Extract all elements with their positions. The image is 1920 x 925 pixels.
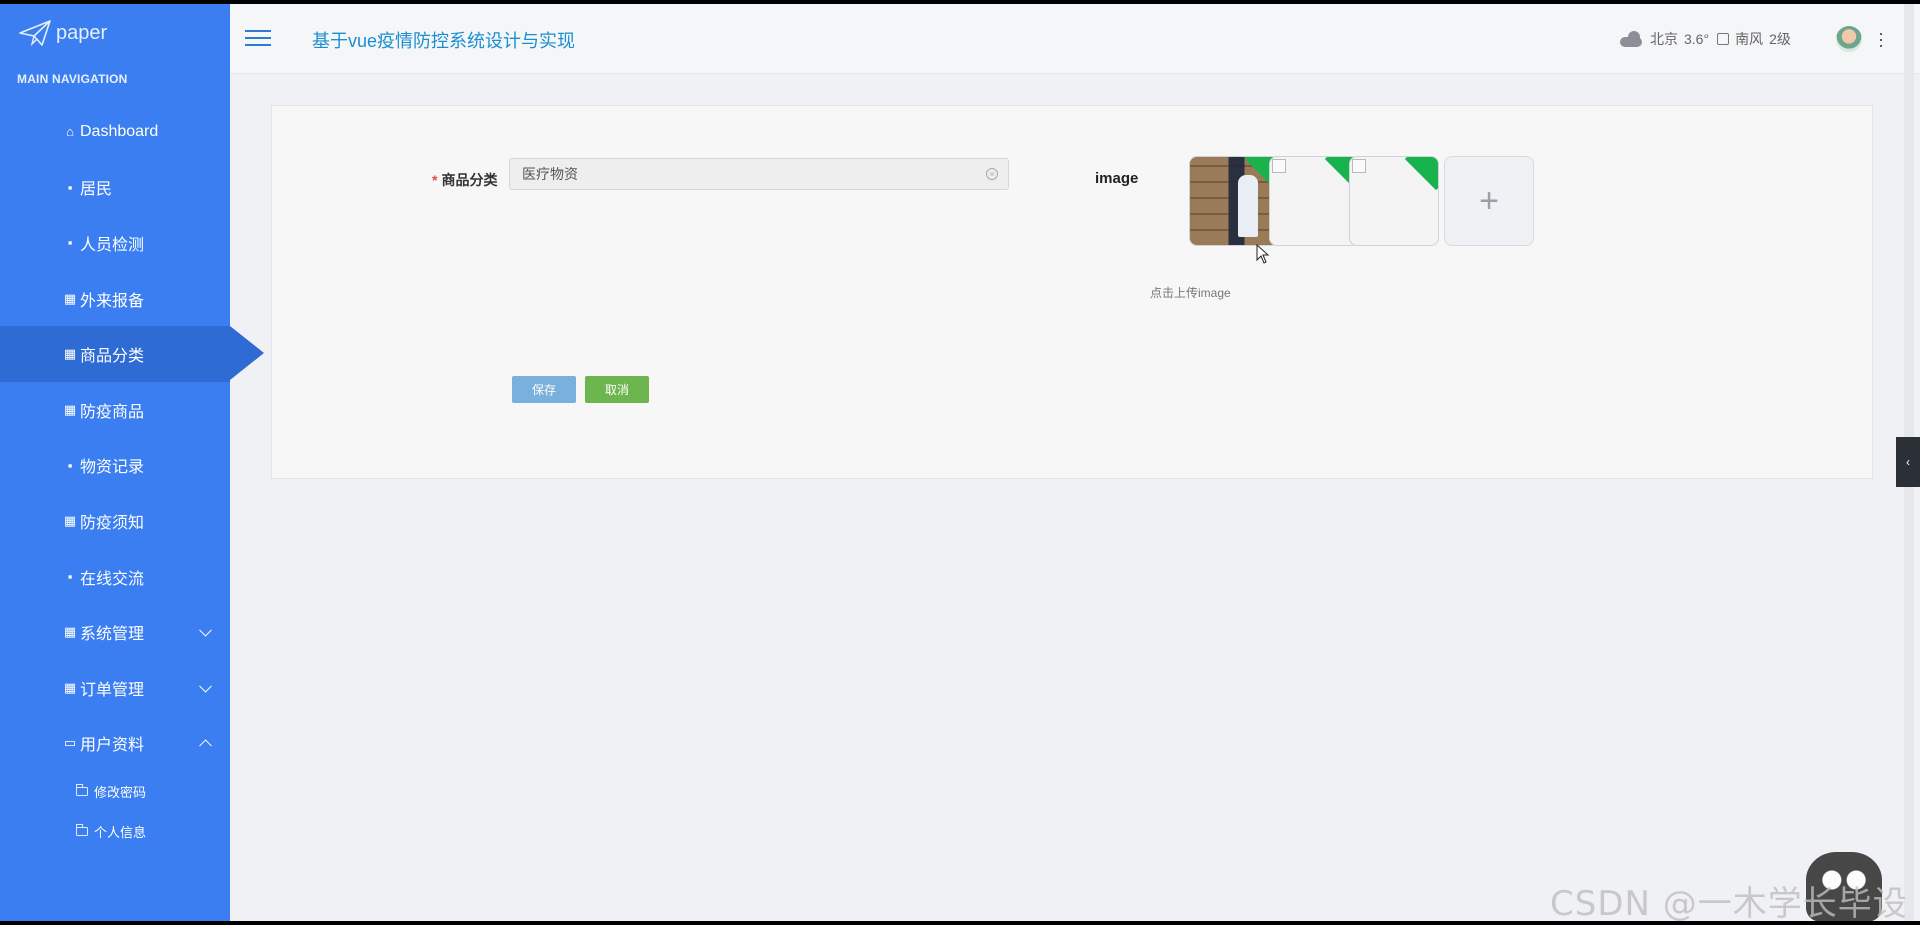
sidebar-item-user-profile[interactable]: ▭ 用户资料 — [0, 716, 230, 772]
grid-icon: ▦ — [63, 346, 77, 362]
thumbs-up-icon: ▪ — [67, 569, 73, 585]
sidebar-item-system-management[interactable]: ▦ 系统管理 — [0, 604, 230, 660]
edit-form-card: *商品分类 × image + 点击上传image 保存 取消 — [271, 105, 1873, 479]
sidebar-item-label: 防疫须知 — [80, 514, 145, 532]
sidebar-item-epidemic-products[interactable]: ▦ 防疫商品 — [0, 382, 230, 438]
sidebar-subitem-label: 个人信息 — [94, 824, 147, 840]
chevron-down-icon — [199, 623, 212, 637]
app-window: paper MAIN NAVIGATION ⌂ Dashboard ▪ 居民 ▪… — [0, 4, 1920, 921]
clear-icon[interactable]: × — [986, 168, 998, 180]
image-field-label: image — [1095, 170, 1139, 187]
cloud-icon — [1620, 31, 1644, 47]
grid-icon: ▦ — [63, 290, 77, 306]
sidebar-item-label: 商品分类 — [80, 348, 145, 366]
weather-wind: 南风 — [1735, 31, 1764, 47]
more-vertical-icon[interactable]: · · · — [1878, 24, 1884, 54]
weather-temp: 3.6° — [1684, 31, 1710, 47]
sidebar-item-label: Dashboard — [80, 122, 159, 140]
clipboard-icon: ▪ — [67, 457, 73, 473]
category-input[interactable] — [510, 159, 1008, 189]
paper-plane-icon — [19, 20, 51, 47]
upload-tip: 点击上传image — [1150, 286, 1231, 300]
category-field-label: * 商品分类 — [432, 172, 498, 188]
sidebar-subitem-label: 修改密码 — [94, 784, 147, 800]
sidebar-item-label: 系统管理 — [80, 626, 145, 644]
card-icon: ▭ — [63, 735, 77, 751]
brand[interactable]: paper — [18, 18, 107, 48]
sidebar-item-label: 用户资料 — [80, 737, 145, 755]
main-navigation: ⌂ Dashboard ▪ 居民 ▪ 人员检测 ▦ 外来报备 ▦ 商品分类 ▦ … — [0, 104, 264, 851]
app-title: 基于vue疫情防控系统设计与实现 — [312, 31, 576, 51]
folder-icon — [76, 823, 88, 836]
wind-icon — [1717, 33, 1730, 45]
weather-level: 2级 — [1769, 31, 1791, 47]
photo-figure — [1238, 175, 1258, 237]
broken-image-icon — [1272, 159, 1286, 173]
uploaded-image-thumbnail[interactable] — [1189, 156, 1279, 246]
apps-icon: ▦ — [63, 401, 77, 417]
avatar[interactable] — [1836, 26, 1862, 52]
collapse-panel-handle[interactable]: ‹ — [1896, 437, 1920, 487]
sidebar-item-label: 外来报备 — [80, 292, 145, 310]
sidebar: paper MAIN NAVIGATION ⌂ Dashboard ▪ 居民 ▪… — [0, 4, 264, 921]
sidebar-item-label: 在线交流 — [80, 570, 145, 588]
uploaded-image-thumbnail[interactable] — [1269, 156, 1359, 246]
sidebar-item-product-category[interactable]: ▦ 商品分类 — [0, 326, 264, 382]
menu-toggle-icon[interactable] — [245, 30, 271, 48]
sidebar-subitem-change-password[interactable]: 修改密码 — [0, 771, 230, 811]
mouse-cursor-icon — [1256, 244, 1270, 264]
broken-image-icon — [1352, 159, 1366, 173]
sidebar-item-dashboard[interactable]: ⌂ Dashboard — [0, 104, 230, 160]
sidebar-item-supply-records[interactable]: ▪ 物资记录 — [0, 438, 230, 494]
csdn-watermark: CSDN @一木学长毕设 — [1550, 884, 1908, 921]
nav-heading: MAIN NAVIGATION — [17, 72, 128, 86]
uploaded-image-thumbnail[interactable] — [1349, 156, 1439, 246]
sidebar-item-person-testing[interactable]: ▪ 人员检测 — [0, 215, 230, 271]
chevron-down-icon — [199, 679, 212, 693]
sidebar-item-visitor-report[interactable]: ▦ 外来报备 — [0, 271, 230, 327]
comment-icon: ▪ — [67, 179, 73, 195]
grid-icon: ▦ — [63, 624, 77, 640]
sidebar-item-label: 订单管理 — [80, 681, 145, 699]
sidebar-item-online-chat[interactable]: ▪ 在线交流 — [0, 549, 230, 605]
grid-icon: ▦ — [63, 512, 77, 528]
folder-icon — [76, 783, 88, 796]
briefcase-icon: ▪ — [67, 235, 73, 251]
required-mark: * — [432, 172, 438, 188]
category-input-wrapper: × — [509, 158, 1009, 190]
weather-widget: 北京 3.6° 南风 2级 — [1620, 29, 1791, 49]
sidebar-item-label: 人员检测 — [80, 236, 145, 254]
sidebar-item-epidemic-notice[interactable]: ▦ 防疫须知 — [0, 493, 230, 549]
add-image-button[interactable]: + — [1444, 156, 1534, 246]
brand-name: paper — [56, 21, 108, 44]
sidebar-item-label: 防疫商品 — [80, 403, 145, 421]
sidebar-item-label: 居民 — [80, 181, 113, 199]
sidebar-item-label: 物资记录 — [80, 459, 145, 477]
home-icon: ⌂ — [66, 124, 74, 140]
upload-success-badge — [1404, 157, 1438, 191]
sidebar-subitem-personal-info[interactable]: 个人信息 — [0, 811, 230, 851]
weather-city: 北京 — [1650, 31, 1678, 47]
top-header: 基于vue疫情防控系统设计与实现 北京 3.6° 南风 2级 · · · — [230, 4, 1920, 74]
sidebar-item-residents[interactable]: ▪ 居民 — [0, 160, 230, 216]
save-button[interactable]: 保存 — [512, 376, 576, 403]
sidebar-item-order-management[interactable]: ▦ 订单管理 — [0, 660, 230, 716]
chevron-up-icon — [199, 739, 212, 753]
grid-icon: ▦ — [63, 679, 77, 695]
cancel-button[interactable]: 取消 — [585, 376, 649, 403]
